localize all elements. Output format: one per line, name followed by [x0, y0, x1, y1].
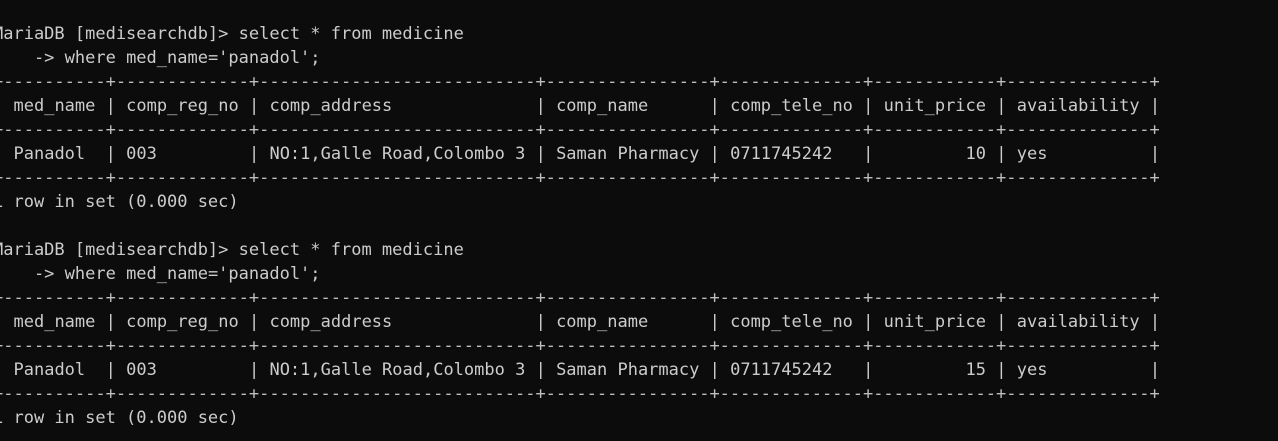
continuation-prompt: ->	[0, 48, 65, 68]
column-header-comp-tele-no: comp_tele_no	[730, 312, 853, 332]
query-text: where med_name='panadol';	[64, 48, 321, 68]
column-header-availability: availability	[1016, 96, 1140, 116]
column-header-med-name: med_name	[13, 312, 96, 332]
prompt-line: MariaDB [medisearchdb]> select * from me…	[0, 22, 1278, 46]
result-summary: 1 row in set (0.000 sec)	[0, 408, 239, 428]
result-summary: 1 row in set (0.000 sec)	[0, 192, 239, 212]
query-text: where med_name='panadol';	[64, 264, 321, 284]
column-header-comp-reg-no: comp_reg_no	[126, 312, 239, 332]
column-header-comp-tele-no: comp_tele_no	[730, 96, 853, 116]
query-text: select * from medicine	[238, 24, 464, 44]
table-cell-availability: yes	[1016, 144, 1048, 164]
terminal-output[interactable]: MariaDB [medisearchdb]> select * from me…	[0, 22, 1278, 430]
column-header-availability: availability	[1016, 312, 1140, 332]
prompt-text: MariaDB [medisearchdb]>	[0, 24, 239, 44]
query-text: select * from medicine	[238, 240, 464, 260]
table-border: +----------+-------------+--------------…	[0, 336, 1160, 356]
table-cell-comp-address: NO:1,Galle Road,Colombo 3	[269, 144, 526, 164]
table-cell-med-name: Panadol	[13, 360, 86, 380]
table-cell-comp-name: Saman Pharmacy	[556, 360, 700, 380]
table-border: +----------+-------------+--------------…	[0, 288, 1160, 308]
column-header-comp-address: comp_address	[269, 312, 393, 332]
table-border: +----------+-------------+--------------…	[0, 168, 1160, 188]
table-cell-unit-price: 15	[965, 360, 987, 380]
table-cell-comp-tele-no: 0711745242	[730, 144, 833, 164]
table-cell-comp-reg-no: 003	[126, 360, 157, 380]
table-cell-unit-price: 10	[965, 144, 987, 164]
table-cell-med-name: Panadol	[13, 144, 86, 164]
table-cell-comp-reg-no: 003	[126, 144, 157, 164]
table-row: | Panadol | 003 | NO:1,Galle Road,Colomb…	[0, 360, 1161, 380]
table-header-row: | med_name | comp_reg_no | comp_address …	[0, 96, 1161, 116]
continuation-line: -> where med_name='panadol';	[0, 46, 1278, 70]
column-header-comp-name: comp_name	[556, 312, 649, 332]
table-row: | Panadol | 003 | NO:1,Galle Road,Colomb…	[0, 144, 1161, 164]
table-cell-comp-name: Saman Pharmacy	[556, 144, 700, 164]
column-header-comp-reg-no: comp_reg_no	[126, 96, 239, 116]
table-cell-comp-tele-no: 0711745242	[730, 360, 833, 380]
table-cell-comp-address: NO:1,Galle Road,Colombo 3	[269, 360, 526, 380]
column-header-comp-address: comp_address	[269, 96, 393, 116]
prompt-text: MariaDB [medisearchdb]>	[0, 240, 239, 260]
column-header-comp-name: comp_name	[556, 96, 649, 116]
column-header-med-name: med_name	[13, 96, 96, 116]
table-border: +----------+-------------+--------------…	[0, 120, 1160, 140]
column-header-unit-price: unit_price	[883, 312, 987, 332]
column-header-unit-price: unit_price	[883, 96, 987, 116]
continuation-line: -> where med_name='panadol';	[0, 262, 1278, 286]
table-header-row: | med_name | comp_reg_no | comp_address …	[0, 312, 1161, 332]
prompt-line: MariaDB [medisearchdb]> select * from me…	[0, 238, 1278, 262]
table-border: +----------+-------------+--------------…	[0, 384, 1160, 404]
table-border: +----------+-------------+--------------…	[0, 72, 1160, 92]
continuation-prompt: ->	[0, 264, 65, 284]
table-cell-availability: yes	[1016, 360, 1048, 380]
